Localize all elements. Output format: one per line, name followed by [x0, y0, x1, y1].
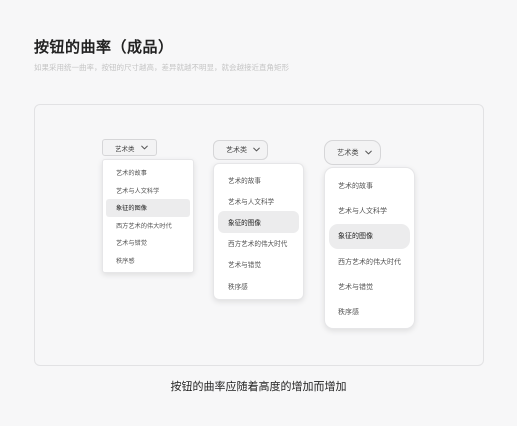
- dropdown-option-selected[interactable]: 象征的图像: [329, 223, 410, 249]
- dropdown-option[interactable]: 秩序感: [106, 252, 190, 270]
- dropdown-option[interactable]: 艺术的故事: [218, 169, 299, 190]
- chevron-down-icon: [140, 144, 148, 152]
- dropdown-option[interactable]: 艺术与人文科学: [106, 182, 190, 200]
- page-title: 按钮的曲率（成品）: [34, 38, 174, 56]
- dropdown-trigger[interactable]: 艺术类: [213, 140, 268, 160]
- dropdown-option[interactable]: 西方艺术的伟大时代: [329, 249, 410, 274]
- chevron-down-icon: [253, 146, 260, 154]
- dropdown-option[interactable]: 艺术与错觉: [329, 274, 410, 299]
- dropdown-option[interactable]: 艺术与人文科学: [218, 190, 299, 211]
- dropdown-option[interactable]: 艺术与错觉: [218, 254, 299, 275]
- page-subtitle: 如果采用统一曲率，按钮的尺寸越高，差异就越不明显，就会越接近直角矩形: [34, 63, 289, 72]
- dropdown-trigger-label: 艺术类: [115, 144, 135, 153]
- dropdown-option[interactable]: 西方艺术的伟大时代: [106, 217, 190, 235]
- dropdown-option[interactable]: 秩序感: [329, 299, 410, 324]
- dropdown-option-selected[interactable]: 象征的图像: [106, 199, 190, 217]
- chevron-down-icon: [364, 148, 372, 157]
- dropdown-trigger[interactable]: 艺术类: [102, 139, 157, 156]
- dropdown-trigger-label: 艺术类: [337, 147, 359, 157]
- dropdown-menu: 艺术的故事 艺术与人文科学 象征的图像 西方艺术的伟大时代 艺术与错觉 秩序感: [102, 159, 194, 273]
- dropdown-option[interactable]: 艺术的故事: [329, 173, 410, 198]
- dropdown-option[interactable]: 艺术的故事: [106, 164, 190, 182]
- dropdown-menu: 艺术的故事 艺术与人文科学 象征的图像 西方艺术的伟大时代 艺术与错觉 秩序感: [213, 163, 304, 300]
- dropdown-trigger-label: 艺术类: [226, 146, 247, 154]
- dropdown-option-selected[interactable]: 象征的图像: [218, 211, 299, 233]
- dropdown-trigger[interactable]: 艺术类: [324, 140, 381, 165]
- dropdown-option[interactable]: 艺术与人文科学: [329, 198, 410, 223]
- caption: 按钮的曲率应随着高度的增加而增加: [170, 380, 347, 393]
- dropdown-option[interactable]: 西方艺术的伟大时代: [218, 233, 299, 254]
- dropdown-menu: 艺术的故事 艺术与人文科学 象征的图像 西方艺术的伟大时代 艺术与错觉 秩序感: [324, 167, 415, 329]
- dropdown-option[interactable]: 秩序感: [218, 275, 299, 296]
- dropdown-option[interactable]: 艺术与错觉: [106, 234, 190, 252]
